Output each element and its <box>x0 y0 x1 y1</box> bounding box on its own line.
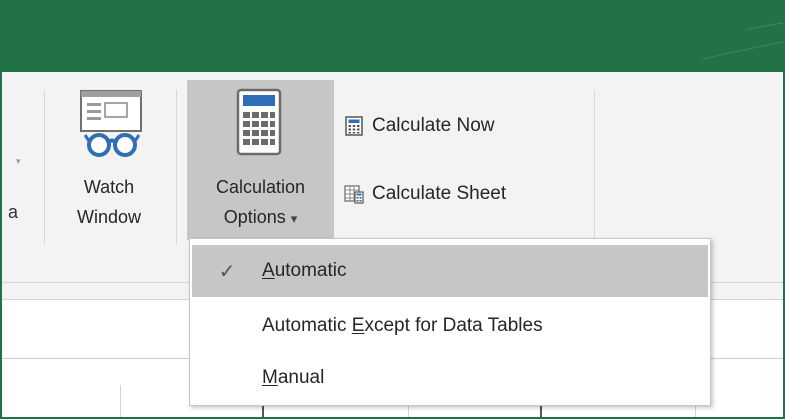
calculate-sheet-label: Calculate Sheet <box>372 183 507 204</box>
calculation-options-label: Calculation Options ▾ <box>215 177 306 227</box>
menu-item-automatic-except-data-tables[interactable]: Automatic Except for Data Tables <box>192 300 708 352</box>
ribbon-separator <box>44 90 45 245</box>
chevron-down-icon: ▾ <box>290 211 298 226</box>
menu-item-automatic[interactable]: ✓ Automatic <box>192 245 708 297</box>
calculate-sheet-icon <box>344 185 364 204</box>
dropdown-arrow-icon: ▾ <box>16 156 21 166</box>
calculate-now-button[interactable]: Calculate Now <box>344 108 495 144</box>
partial-button-label: a <box>8 202 19 222</box>
menu-item-label: Manual <box>262 367 325 388</box>
menu-item-label: Automatic Except for Data Tables <box>262 315 543 336</box>
calculate-now-icon <box>345 116 363 136</box>
calculate-now-label: Calculate Now <box>372 115 495 136</box>
menu-item-label: Automatic <box>262 260 347 281</box>
ribbon-separator <box>176 90 177 245</box>
watch-window-icon <box>80 90 142 157</box>
menu-item-manual[interactable]: Manual <box>192 352 708 404</box>
calculation-options-menu: ✓ Automatic Automatic Except for Data Ta… <box>189 238 711 406</box>
title-bar-decoration <box>701 29 785 60</box>
checkmark-icon: ✓ <box>218 260 236 283</box>
calculate-sheet-button[interactable]: Calculate Sheet <box>344 176 506 212</box>
watch-window-label: Watch Window <box>76 177 142 227</box>
calculator-icon <box>236 88 282 156</box>
column-divider <box>120 385 121 419</box>
title-bar <box>0 0 785 72</box>
ribbon-separator <box>594 90 595 245</box>
title-bar-decoration <box>745 15 785 30</box>
